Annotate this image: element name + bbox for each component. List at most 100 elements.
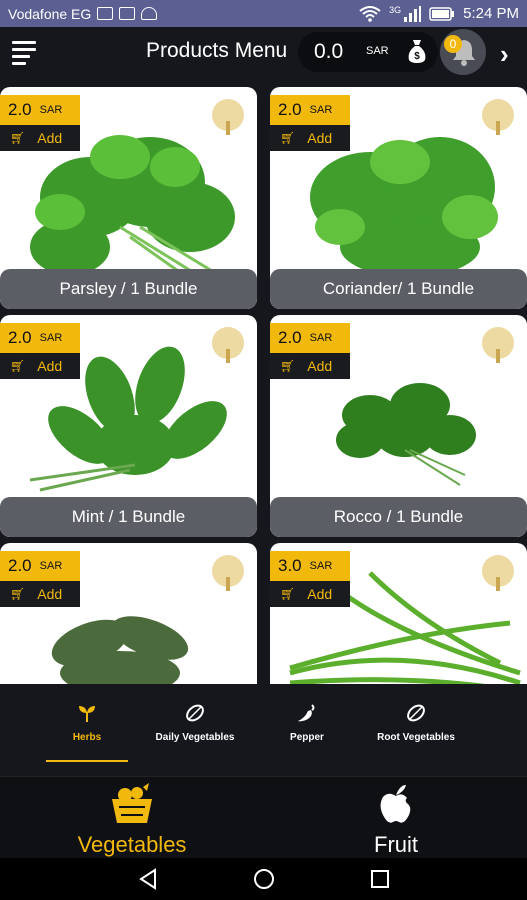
wifi-icon [359,5,381,22]
products-grid: 2.0 SAR 🛒︎ Add Parsley / 1 Bundle 2.0 SAR 🛒… [0,79,527,684]
cart-icon: 🛒︎ [280,587,296,601]
golden-tree-logo [482,99,514,135]
tab-vegetables[interactable]: Vegetables [2,783,262,857]
price-value: 2.0 [8,556,32,575]
pepper-icon [298,704,315,722]
tab-daily-vegetables[interactable]: Daily Vegetables [150,702,240,762]
price-currency: SAR [39,560,63,572]
product-name: Rocco / 1 Bundle [270,497,527,537]
leaf-icon [407,704,425,722]
add-label: Add [307,130,333,146]
tab-label: Herbs [72,732,102,743]
money-bag-icon: $ [408,40,426,63]
price-tag: 2.0 SAR 🛒︎ Add [0,323,80,383]
notifications-button[interactable]: 0 [440,29,486,75]
gallery-icon [97,7,114,20]
cart-icon: 🛒︎ [280,359,296,373]
network-type: 3G [389,4,402,15]
tab-root-vegetables[interactable]: Root Vegetables [372,702,460,762]
add-to-cart-button[interactable]: 🛒︎ Add [270,125,350,151]
price-currency: SAR [39,332,63,344]
status-bar: Vodafone EG 3G 5:24 PM [0,0,527,27]
clock: 5:24 PM [463,5,519,22]
product-card-mint[interactable]: 2.0 SAR 🛒︎ Add Mint / 1 Bundle [0,315,257,537]
add-label: Add [307,586,333,602]
product-card-5[interactable]: 2.0 SAR 🛒︎ Add [0,543,257,684]
price-tag: 2.0 SAR 🛒︎ Add [270,323,350,383]
main-tabs: Vegetables Fruit [0,776,527,858]
price-value: 2.0 [278,100,302,119]
vegetable-basket-icon [112,783,152,823]
product-card-6[interactable]: 3.0 SAR 🛒︎ Add [270,543,527,684]
golden-tree-logo [482,555,514,591]
tab-label: Daily Vegetables [155,732,235,743]
svg-text:$: $ [414,51,420,62]
add-to-cart-button[interactable]: 🛒︎ Add [0,581,80,607]
price-tag: 3.0 SAR 🛒︎ Add [270,551,350,611]
tab-herbs[interactable]: Herbs [46,702,128,762]
price-tag: 2.0 SAR 🛒︎ Add [0,95,80,155]
price-value: 2.0 [8,100,32,119]
tab-fruit[interactable]: Fruit [266,783,526,857]
chevron-right-icon[interactable]: › [500,39,509,70]
price-value: 2.0 [278,328,302,347]
notification-icons [97,7,158,20]
product-name: Parsley / 1 Bundle [0,269,257,309]
app-header: Products Menu 0.0 SAR $ 0 › [0,27,527,77]
cart-icon: 🛒︎ [10,359,26,373]
price-tag: 2.0 SAR 🛒︎ Add [0,551,80,611]
cart-total-value: 0.0 [314,40,344,63]
image-icon [119,7,136,20]
price-currency: SAR [39,104,63,116]
price-currency: SAR [309,104,333,116]
add-label: Add [307,358,333,374]
add-to-cart-button[interactable]: 🛒︎ Add [0,125,80,151]
add-to-cart-button[interactable]: 🛒︎ Add [0,353,80,379]
recents-icon[interactable] [368,867,392,891]
home-icon[interactable] [252,867,276,891]
product-card-coriander[interactable]: 2.0 SAR 🛒︎ Add Coriander/ 1 Bundle [270,87,527,309]
price-currency: SAR [309,560,333,572]
golden-tree-logo [212,327,244,363]
active-indicator [46,760,128,762]
battery-icon [429,6,455,21]
price-tag: 2.0 SAR 🛒︎ Add [270,95,350,155]
tab-label: Fruit [374,832,418,857]
add-to-cart-button[interactable]: 🛒︎ Add [270,581,350,607]
golden-tree-logo [482,327,514,363]
cart-total[interactable]: 0.0 SAR $ [298,32,438,72]
leaf-icon [186,704,204,722]
product-card-parsley[interactable]: 2.0 SAR 🛒︎ Add Parsley / 1 Bundle [0,87,257,309]
back-icon[interactable] [136,867,160,891]
add-label: Add [37,358,63,374]
price-currency: SAR [309,332,333,344]
product-name: Mint / 1 Bundle [0,497,257,537]
product-name: Coriander/ 1 Bundle [270,269,527,309]
hamburger-menu-icon[interactable] [12,41,36,65]
golden-tree-logo [212,99,244,135]
cart-icon: 🛒︎ [10,587,26,601]
sprout-icon [79,706,95,722]
add-label: Add [37,586,63,602]
tab-label: Root Vegetables [377,732,455,743]
tab-pepper[interactable]: Pepper [282,702,332,762]
product-card-rocco[interactable]: 2.0 SAR 🛒︎ Add Rocco / 1 Bundle [270,315,527,537]
signal-icon [404,5,422,22]
tab-label: Vegetables [77,832,187,857]
tab-label: Pepper [290,732,324,743]
golden-tree-logo [212,555,244,591]
cart-total-currency: SAR [366,45,389,57]
price-value: 3.0 [278,556,302,575]
page-title: Products Menu [146,39,288,62]
system-nav-bar [0,858,527,900]
cart-icon: 🛒︎ [10,131,26,145]
add-to-cart-button[interactable]: 🛒︎ Add [270,353,350,379]
cart-icon: 🛒︎ [280,131,296,145]
notification-badge: 0 [444,35,462,53]
android-icon [141,7,158,20]
carrier-name: Vodafone EG [8,5,92,22]
apple-icon [380,785,411,823]
price-value: 2.0 [8,328,32,347]
subcategory-tabs: Herbs Daily Vegetables Pepper Root Veget… [0,684,527,776]
add-label: Add [37,130,63,146]
